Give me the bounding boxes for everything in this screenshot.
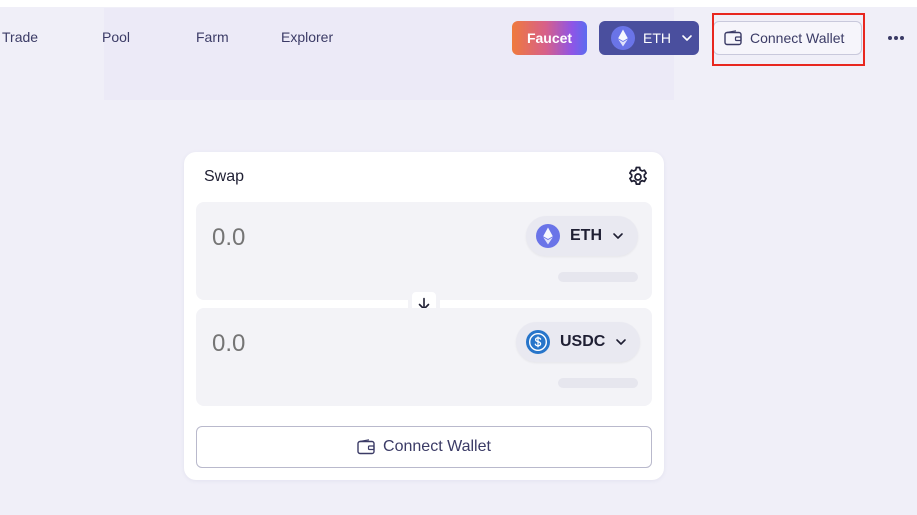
wallet-icon bbox=[357, 439, 375, 455]
ethereum-icon bbox=[536, 224, 560, 248]
chevron-down-icon bbox=[682, 35, 692, 41]
faucet-label: Faucet bbox=[526, 30, 573, 46]
chevron-down-icon bbox=[613, 233, 623, 239]
to-amount-input[interactable] bbox=[212, 330, 412, 358]
nav-item-explorer[interactable]: Explorer bbox=[281, 29, 333, 45]
to-token-label: USDC bbox=[560, 333, 606, 350]
gear-icon[interactable] bbox=[626, 165, 650, 189]
chevron-down-icon bbox=[616, 339, 627, 345]
to-token-selector[interactable]: USDC bbox=[516, 322, 640, 362]
from-token-selector[interactable]: ETH bbox=[526, 216, 638, 256]
swap-card: Swap ETH bbox=[184, 152, 664, 480]
more-dots-icon bbox=[888, 36, 904, 40]
balance-placeholder bbox=[558, 378, 638, 388]
swap-title: Swap bbox=[204, 168, 245, 185]
wallet-icon bbox=[724, 30, 742, 46]
nav-item-trade[interactable]: Trade bbox=[2, 29, 38, 45]
usdc-icon bbox=[526, 330, 550, 354]
nav-item-farm[interactable]: Farm bbox=[196, 29, 229, 45]
network-selector[interactable]: ETH bbox=[599, 21, 699, 55]
connect-wallet-button[interactable]: Connect Wallet bbox=[196, 426, 652, 468]
nav-item-pool[interactable]: Pool bbox=[102, 29, 130, 45]
connect-wallet-header-button[interactable]: Connect Wallet bbox=[713, 21, 862, 55]
to-token-panel: USDC bbox=[196, 308, 652, 406]
top-edge bbox=[0, 0, 917, 7]
more-menu-button[interactable] bbox=[885, 28, 907, 48]
ethereum-icon bbox=[611, 26, 635, 50]
header-background bbox=[104, 8, 674, 100]
connect-wallet-label: Connect Wallet bbox=[383, 438, 491, 455]
from-token-panel: ETH bbox=[196, 202, 652, 300]
balance-placeholder bbox=[558, 272, 638, 282]
connect-wallet-header-label: Connect Wallet bbox=[750, 30, 845, 46]
from-amount-input[interactable] bbox=[212, 224, 412, 252]
from-token-label: ETH bbox=[570, 227, 602, 244]
faucet-button[interactable]: Faucet bbox=[512, 21, 587, 55]
network-label: ETH bbox=[643, 30, 671, 46]
